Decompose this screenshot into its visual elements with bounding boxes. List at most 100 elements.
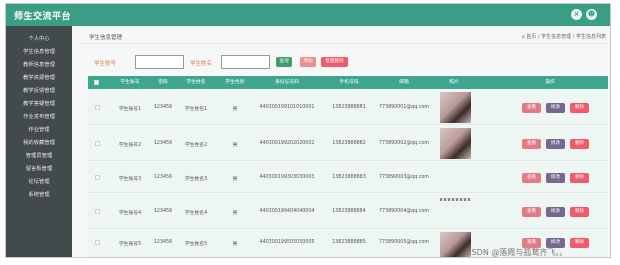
watermark: CSDN @落霞与孤鹜齐飞。。 [466,248,568,257]
delete-button[interactable]: 删除 [570,103,589,113]
edit-button[interactable]: 修改 [546,173,565,183]
add-button[interactable]: 添加 [300,57,316,67]
view-button[interactable]: 查看 [522,207,541,217]
cell-phone: 13823888884 [332,209,366,214]
sidebar-item-system[interactable]: 系统管理 [6,190,72,200]
header-photo: 照片 [449,80,459,85]
cell-gender: 男 [232,143,238,148]
edit-button[interactable]: 修改 [546,103,565,113]
cell-gender: 男 [232,211,238,216]
student-name-label: 学生姓名 [190,61,213,67]
cell-phone: 13823888881 [332,105,366,110]
cell-account: 学生账号2 [118,143,142,148]
sidebar-item-teaching-resources[interactable]: 教学资源管理 [6,73,72,83]
cell-password: 123456 [153,240,173,245]
sidebar-item-admins[interactable]: 管理员管理 [6,151,72,161]
row-checkbox[interactable] [95,240,100,245]
student-name-input[interactable] [221,55,270,69]
cell-password: 123456 [153,175,173,180]
cell-email: 773890004@qq.com [378,209,430,214]
cell-gender: 男 [232,107,238,112]
header-id-card[interactable]: 身份证号码 [254,76,320,89]
delete-button[interactable]: 删除 [570,238,589,248]
search-button[interactable]: 查询 [276,57,292,67]
delete-button[interactable]: 删除 [570,207,589,217]
cell-id-card: 440300199202020002 [259,141,315,146]
header-password[interactable]: 密码 [150,76,176,89]
close-icon[interactable]: × [571,9,582,20]
table-row: 学生账号4 123456 学生姓名4 男 440300199404040004 … [88,194,608,229]
view-button[interactable]: 查看 [522,139,541,149]
sidebar-item-teacher-info[interactable]: 教师信息管理 [6,60,72,70]
row-checkbox[interactable] [95,175,100,180]
row-checkbox[interactable] [95,105,100,110]
cell-name: 学生姓名4 [184,211,208,216]
sidebar-item-message-board[interactable]: 留言板管理 [6,164,72,174]
cell-name: 学生姓名1 [184,107,208,112]
header-actions: 操作 [545,80,555,85]
cell-gender: 男 [232,177,238,182]
table-row: 学生账号2 123456 学生姓名2 男 440300199202020002 … [88,126,608,161]
table-row: 学生账号1 123456 学生姓名1 男 440300199101010001 … [88,90,608,125]
top-bar: 师生交流平台 × ☻ [6,4,610,26]
delete-button[interactable]: 删除 [570,173,589,183]
cell-password: 123456 [153,105,173,110]
cell-email: 773890002@qq.com [378,141,430,146]
cell-name: 学生姓名5 [184,242,208,247]
sidebar-item-teaching-feedback[interactable]: 教学反馈管理 [6,86,72,96]
table-row: 学生账号3 123456 学生姓名3 男 440300199303030003 … [88,162,608,193]
student-account-input[interactable] [135,55,184,69]
cell-id-card: 440300199101010001 [259,105,315,110]
edit-button[interactable]: 修改 [546,207,565,217]
cell-phone: 13823888885 [332,240,366,245]
cell-email: 773890003@qq.com [378,175,430,180]
cell-account: 学生账号4 [118,211,142,216]
divider [80,43,608,44]
sidebar-item-forum[interactable]: 论坛管理 [6,177,72,187]
header-email[interactable]: 邮箱 [376,76,432,89]
table-header: 学生账号 密码 学生姓名 学生性别 身份证号码 手机号码 邮箱 照片 操作 [88,76,608,89]
cell-phone: 13823888883 [332,175,366,180]
cell-account: 学生账号5 [118,242,142,247]
header-name[interactable]: 学生姓名 [178,76,214,89]
page-title: 学生信息管理 [89,35,123,41]
cell-email: 773890001@qq.com [378,105,430,110]
cell-id-card: 440300199505050005 [259,240,315,245]
cell-account: 学生账号1 [118,107,142,112]
cell-gender: 男 [232,242,238,247]
edit-button[interactable]: 修改 [546,139,565,149]
view-button[interactable]: 查看 [522,103,541,113]
sidebar-item-favorites[interactable]: 我的收藏管理 [6,138,72,148]
sidebar-item-personal-center[interactable]: 个人中心 [6,34,72,44]
student-photo [440,198,471,201]
app-window: 师生交流平台 × ☻ 个人中心 学生信息管理 教师信息管理 教学资源管理 教学反… [5,3,611,258]
user-icon[interactable]: ☻ [586,9,597,20]
cell-id-card: 440300199404040004 [259,209,315,214]
student-account-label: 学生账号 [94,61,117,67]
student-photo [440,92,471,123]
cell-id-card: 440300199303030003 [259,175,315,180]
sidebar-item-teaching-qa[interactable]: 教学答疑管理 [6,99,72,109]
student-photo [440,128,471,159]
header-phone[interactable]: 手机号码 [324,76,374,89]
cell-name: 学生姓名2 [184,143,208,148]
main-content: 学生信息管理 ⌂ 首页 / 学生信息管理 / 学生信息列表 学生账号 学生姓名 … [72,26,610,257]
sidebar-item-student-info[interactable]: 学生信息管理 [6,47,72,57]
sidebar-item-homework-publish[interactable]: 作业发布管理 [6,112,72,122]
cell-name: 学生姓名3 [184,177,208,182]
breadcrumb[interactable]: ⌂ 首页 / 学生信息管理 / 学生信息列表 [522,33,607,40]
select-all-checkbox[interactable] [94,80,99,85]
cell-phone: 13823888882 [332,141,366,146]
delete-button[interactable]: 删除 [570,139,589,149]
cell-email: 773890005@qq.com [378,240,430,245]
cell-password: 123456 [153,141,173,146]
view-button[interactable]: 查看 [522,173,541,183]
sidebar: 个人中心 学生信息管理 教师信息管理 教学资源管理 教学反馈管理 教学答疑管理 … [6,26,72,257]
header-gender[interactable]: 学生性别 [218,76,252,89]
row-checkbox[interactable] [95,209,100,214]
cell-password: 123456 [153,209,173,214]
header-account[interactable]: 学生账号 [112,76,148,89]
batch-delete-button[interactable]: 批量删除 [321,57,348,67]
row-checkbox[interactable] [95,141,100,146]
sidebar-item-homework[interactable]: 作业管理 [6,125,72,135]
